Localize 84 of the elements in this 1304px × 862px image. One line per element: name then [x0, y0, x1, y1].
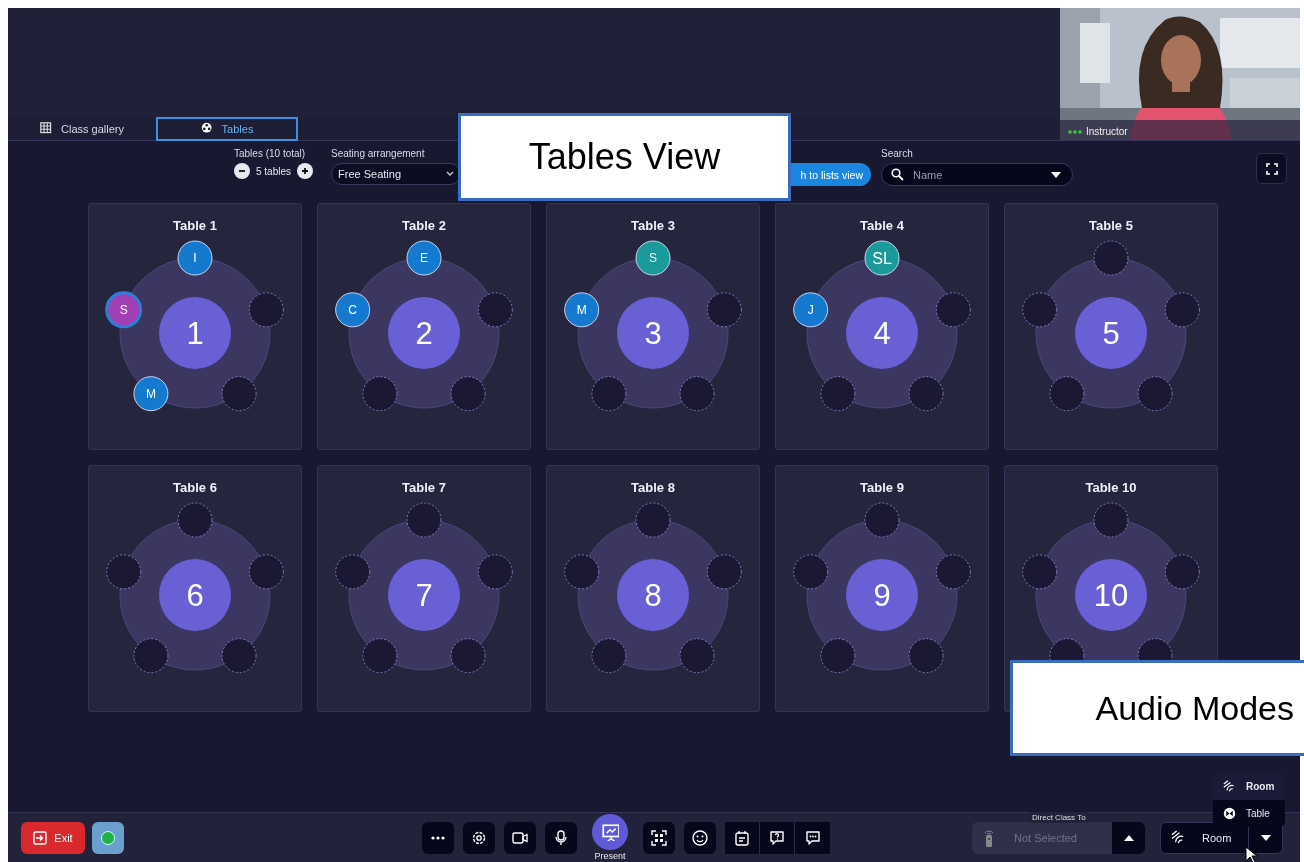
table-number: 5 [1075, 297, 1147, 369]
grid-icon [40, 122, 53, 135]
switch-view-button[interactable]: h to lists view [791, 163, 872, 186]
microphone-icon [553, 829, 569, 846]
fullscreen-icon [1265, 162, 1278, 175]
present-label: Present [594, 851, 626, 861]
toolbar-button[interactable] [463, 821, 495, 854]
menu-item[interactable]: Room [1213, 773, 1285, 800]
toolbar-button[interactable] [545, 821, 577, 854]
table-card[interactable]: Table 2 2 E C [317, 203, 531, 450]
table-number: 1 [159, 297, 231, 369]
chat-bubble-icon [804, 829, 821, 846]
exit-icon [33, 830, 48, 845]
circle-seats-icon [200, 122, 214, 135]
camera-icon [512, 829, 528, 846]
remote-icon [984, 828, 994, 847]
signal-waves-icon [1171, 830, 1186, 845]
expand-button[interactable] [1112, 821, 1145, 854]
present-button[interactable] [592, 814, 628, 850]
plus-icon [300, 166, 311, 176]
question-bubble-icon [769, 829, 785, 846]
avatar[interactable]: M [564, 292, 600, 328]
table-card[interactable]: Table 3 3 S M [546, 203, 760, 450]
table-title: Table 6 [173, 480, 217, 495]
exit-button[interactable]: Exit [21, 821, 85, 854]
participant-name: Instructor [1086, 126, 1128, 137]
status-button[interactable] [92, 821, 124, 854]
search-field[interactable]: Name [881, 163, 1074, 186]
avatar[interactable]: E [406, 240, 442, 276]
decrease-button[interactable] [234, 163, 250, 179]
avatar[interactable]: C [335, 292, 371, 328]
tab[interactable]: Tables [156, 116, 298, 141]
table-title: Table 4 [860, 218, 904, 233]
more-icon [431, 835, 445, 840]
signal-waves-icon [1223, 780, 1236, 793]
tables-label: Tables (10 total) [234, 148, 307, 159]
table-title: Table 8 [631, 480, 675, 495]
smiley-icon [692, 829, 708, 846]
search-icon [891, 168, 905, 181]
table-title: Table 5 [1089, 218, 1133, 233]
direct-class-label: Direct Class To [1028, 811, 1090, 823]
caret-icon [1260, 834, 1271, 841]
table-count: 5 tables [256, 165, 292, 177]
table-number: 8 [617, 559, 689, 631]
presentation-icon [601, 823, 619, 841]
avatar[interactable]: I [177, 240, 213, 276]
calendar-icon [734, 829, 750, 846]
toolbar-button[interactable] [504, 821, 536, 854]
table-title: Table 2 [402, 218, 446, 233]
caret-up-icon [1123, 834, 1134, 841]
annotation-tooltip: Tables View [458, 113, 791, 201]
table-number: 7 [388, 559, 460, 631]
table-number: 10 [1075, 559, 1147, 631]
tab[interactable]: Class gallery [30, 116, 140, 141]
table-number: 6 [159, 559, 231, 631]
table-number: 3 [617, 297, 689, 369]
increase-button[interactable] [297, 163, 314, 179]
table-card[interactable]: Table 1 1 I M S [88, 203, 302, 450]
toolbar-button[interactable] [725, 821, 760, 854]
caret-icon [1051, 172, 1062, 178]
table-title: Table 3 [631, 218, 675, 233]
search-label: Search [881, 148, 914, 159]
bowtie-icon [1223, 807, 1236, 820]
table-number: 4 [846, 297, 918, 369]
chevron-icon [446, 171, 455, 177]
avatar[interactable]: S [105, 291, 143, 329]
table-title: Table 10 [1085, 480, 1137, 495]
annotation-tooltip: Audio Modes [1010, 660, 1304, 756]
avatar[interactable]: M [133, 376, 169, 412]
scan-icon [651, 829, 667, 846]
toolbar-button[interactable] [643, 821, 675, 854]
table-card[interactable]: Table 4 4 SL J [775, 203, 989, 450]
audio-level-icon [1068, 129, 1082, 134]
settings-icon [471, 829, 487, 846]
avatar[interactable]: J [793, 292, 829, 328]
fullscreen-button[interactable] [1256, 153, 1287, 184]
seating-label: Seating arrangement [331, 148, 426, 159]
cursor-icon [1245, 846, 1257, 862]
table-number: 2 [388, 297, 460, 369]
table-title: Table 1 [173, 218, 217, 233]
toolbar-button[interactable] [684, 821, 716, 854]
table-title: Table 7 [402, 480, 446, 495]
table-title: Table 9 [860, 480, 904, 495]
table-number: 9 [846, 559, 918, 631]
